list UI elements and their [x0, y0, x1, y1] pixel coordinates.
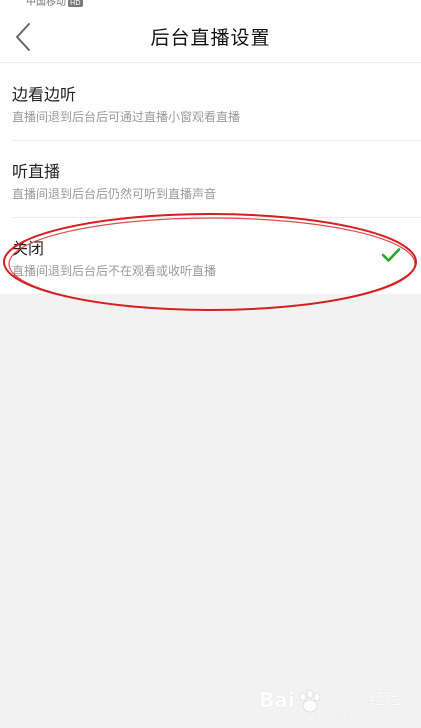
option-close[interactable]: 关闭 直播间退到后台后不在观看或收听直播: [0, 217, 421, 294]
status-bar: 中国移动 HD: [0, 0, 421, 8]
option-watch-and-listen[interactable]: 边看边听 直播间退到后台后可通过直播小窗观看直播: [0, 63, 421, 140]
baidu-jingyan-watermark: Bai 经验 jingyan.baidu.com: [259, 688, 399, 722]
watermark-url: jingyan.baidu.com: [315, 712, 399, 722]
check-icon: [381, 248, 401, 262]
option-description: 直播间退到后台后不在观看或收听直播: [12, 264, 217, 278]
watermark-suffix: 经验: [368, 690, 399, 708]
option-title: 听直播: [12, 162, 61, 181]
options-list: 边看边听 直播间退到后台后可通过直播小窗观看直播 听直播 直播间退到后台后仍然可…: [0, 63, 421, 294]
nav-header: 后台直播设置: [0, 8, 421, 63]
option-description: 直播间退到后台后可通过直播小窗观看直播: [12, 110, 241, 124]
watermark-brand: Bai: [259, 688, 295, 712]
paw-icon: [299, 690, 321, 713]
network-badge: HD: [68, 0, 83, 7]
option-title: 关闭: [12, 239, 45, 258]
carrier-label: 中国移动 HD: [26, 0, 83, 8]
option-title: 边看边听: [12, 85, 77, 104]
option-description: 直播间退到后台后仍然可听到直播声音: [12, 187, 217, 201]
page-title: 后台直播设置: [150, 27, 271, 49]
option-listen-live[interactable]: 听直播 直播间退到后台后仍然可听到直播声音: [0, 140, 421, 217]
